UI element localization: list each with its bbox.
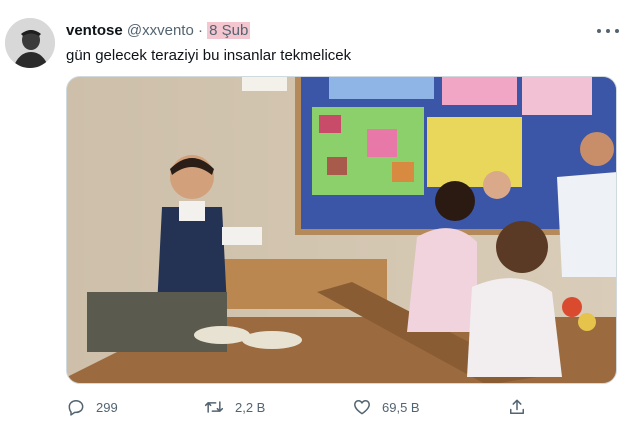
reply-count: 299	[96, 399, 118, 415]
retweet-button[interactable]: 2,2 B	[203, 397, 265, 417]
like-button[interactable]: 69,5 B	[352, 397, 420, 417]
tweet-actions: 299 2,2 B 69,5 B	[66, 397, 536, 419]
avatar[interactable]	[5, 18, 55, 68]
more-icon	[597, 29, 601, 33]
tweet-header: ventose @xxvento · 8 Şub	[66, 22, 251, 40]
reply-icon	[68, 400, 84, 416]
share-icon	[510, 399, 524, 414]
tweet: ventose @xxvento · 8 Şub gün gelecek ter…	[0, 0, 641, 421]
user-handle[interactable]: @xxvento	[127, 22, 194, 39]
separator: ·	[197, 22, 203, 39]
more-options-button[interactable]	[597, 22, 619, 40]
tweet-date[interactable]: 8 Şub	[207, 22, 251, 39]
reply-button[interactable]: 299	[66, 397, 118, 417]
avatar-icon	[5, 18, 55, 68]
classroom-photo	[67, 77, 616, 383]
tweet-media-image[interactable]	[66, 76, 617, 384]
tweet-text: gün gelecek teraziyi bu insanlar tekmeli…	[66, 47, 352, 64]
display-name[interactable]: ventose	[66, 22, 123, 39]
retweet-icon	[204, 401, 224, 413]
share-button[interactable]	[507, 397, 527, 417]
like-count: 69,5 B	[382, 399, 420, 415]
like-icon	[354, 400, 370, 415]
retweet-count: 2,2 B	[235, 399, 266, 415]
